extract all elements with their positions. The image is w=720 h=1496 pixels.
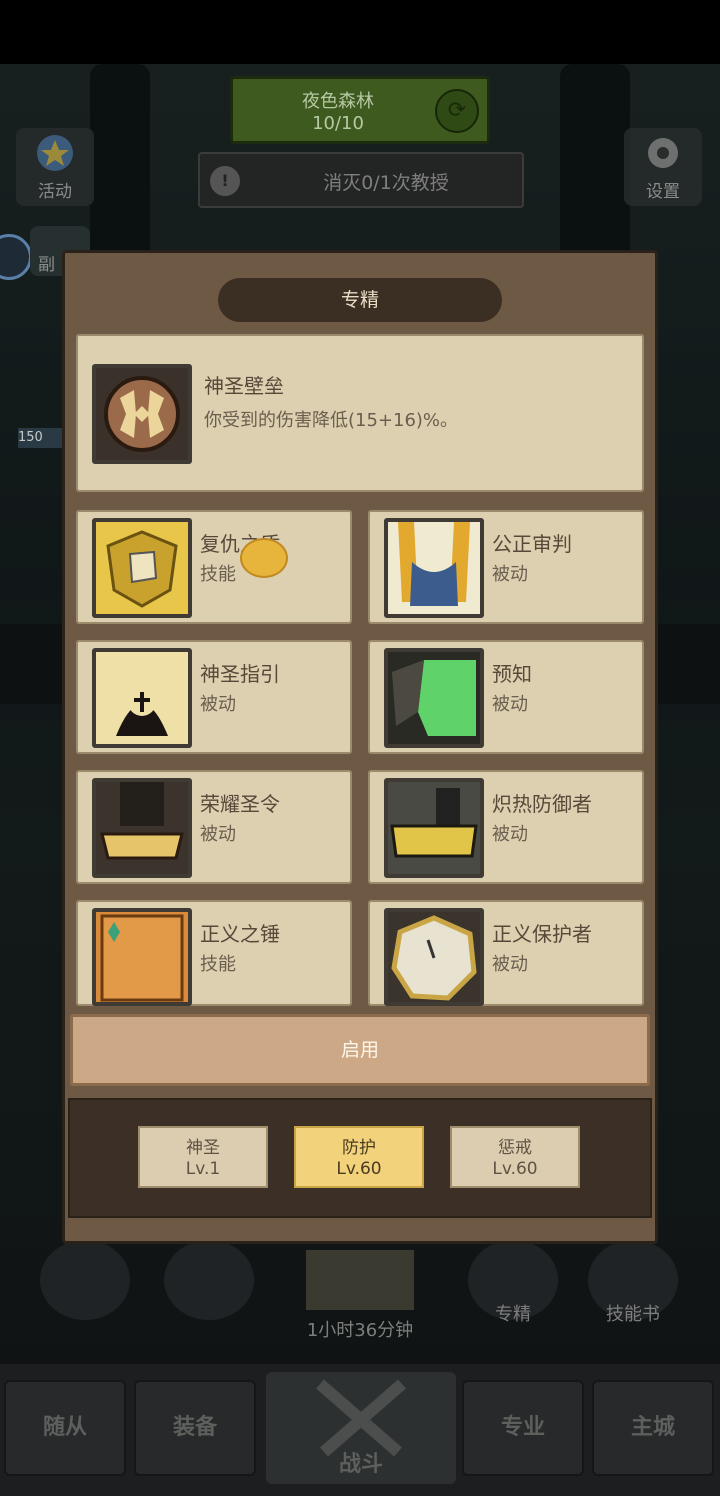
spec-level: Lv.60 <box>336 1159 382 1179</box>
talent-type: 技能 <box>200 954 236 975</box>
nav-profession[interactable]: 专业 <box>462 1380 584 1476</box>
talent-type: 被动 <box>492 564 528 585</box>
bread-icon <box>164 1240 254 1320</box>
dungeon-label: 副 <box>38 255 55 275</box>
star-icon <box>37 135 73 171</box>
holy-guidance-icon <box>92 648 192 748</box>
activity-button[interactable]: 活动 <box>16 128 94 206</box>
spec-name: 惩戒 <box>498 1138 532 1158</box>
talent-type: 被动 <box>492 824 528 845</box>
talent-card[interactable]: 复仇之盾 技能 <box>76 510 352 624</box>
talent-type: 被动 <box>200 824 236 845</box>
skillbook-label: 技能书 <box>606 1304 660 1325</box>
alert-icon: ! <box>210 166 240 196</box>
talent-name: 公正审判 <box>492 532 572 556</box>
spec-holy-tab[interactable]: 神圣 Lv.1 <box>138 1126 268 1188</box>
zone-panel[interactable]: 夜色森林 10/10 ⟳ <box>230 76 490 144</box>
judgement-helmet-icon <box>384 518 484 618</box>
righteous-protector-icon <box>384 908 484 1006</box>
talent-type: 被动 <box>200 694 236 715</box>
talent-name: 预知 <box>492 662 532 686</box>
left-count: 150 <box>18 428 62 448</box>
talent-type: 被动 <box>492 954 528 975</box>
selected-talent-name: 神圣壁垒 <box>204 374 284 398</box>
modal-title: 专精 <box>218 278 502 322</box>
potion-icon <box>40 1240 130 1320</box>
talent-name: 正义保护者 <box>492 922 592 946</box>
hammer-of-justice-icon <box>92 908 192 1006</box>
spec-protection-tab[interactable]: 防护 Lv.60 <box>294 1126 424 1188</box>
avenger-shield-icon <box>92 518 192 618</box>
talent-card[interactable]: 正义保护者 被动 <box>368 900 644 1006</box>
talent-name: 荣耀圣令 <box>200 792 280 816</box>
zone-progress: 10/10 <box>312 113 364 134</box>
talent-card[interactable]: 荣耀圣令 被动 <box>76 770 352 884</box>
apply-button[interactable]: 启用 <box>70 1014 650 1086</box>
nav-battle[interactable]: 战斗 <box>266 1372 456 1484</box>
activity-label: 活动 <box>38 182 72 202</box>
talent-type: 技能 <box>200 564 236 585</box>
nav-equipment[interactable]: 装备 <box>134 1380 256 1476</box>
spec-level: Lv.1 <box>185 1159 221 1179</box>
talent-card[interactable]: 炽热防御者 被动 <box>368 770 644 884</box>
spec-retribution-tab[interactable]: 惩戒 Lv.60 <box>450 1126 580 1188</box>
spec-shortcut-label: 专精 <box>495 1304 531 1325</box>
refresh-icon[interactable]: ⟳ <box>435 89 479 133</box>
settings-button[interactable]: 设置 <box>624 128 702 206</box>
nav-main-city[interactable]: 主城 <box>592 1380 714 1476</box>
talent-card[interactable]: 公正审判 被动 <box>368 510 644 624</box>
gear-icon <box>648 138 678 168</box>
talent-name: 神圣指引 <box>200 662 280 686</box>
spec-name: 神圣 <box>186 1138 220 1158</box>
spec-level: Lv.60 <box>492 1159 538 1179</box>
selected-talent-desc: 你受到的伤害降低(15+16)%。 <box>204 410 459 431</box>
selected-talent-card: 神圣壁垒 你受到的伤害降低(15+16)%。 <box>76 334 644 492</box>
glory-crown-icon <box>92 778 192 878</box>
talent-card[interactable]: 预知 被动 <box>368 640 644 754</box>
settings-label: 设置 <box>646 182 680 202</box>
nav-followers[interactable]: 随从 <box>4 1380 126 1476</box>
talent-name: 正义之锤 <box>200 922 280 946</box>
foresight-mask-icon <box>384 648 484 748</box>
talent-type: 被动 <box>492 694 528 715</box>
coin-icon <box>240 538 288 578</box>
timer-label: 1小时36分钟 <box>306 1320 414 1341</box>
quest-bar[interactable]: ! 消灭0/1次教授 <box>198 152 524 208</box>
talent-name: 炽热防御者 <box>492 792 592 816</box>
holy-shield-bulwark-icon <box>92 364 192 464</box>
chest-icon <box>306 1250 414 1310</box>
ardent-defender-icon <box>384 778 484 878</box>
talent-card[interactable]: 神圣指引 被动 <box>76 640 352 754</box>
nav-battle-label: 战斗 <box>338 1452 383 1477</box>
quest-text: 消灭0/1次教授 <box>323 172 449 194</box>
spec-name: 防护 <box>342 1138 376 1158</box>
zone-name: 夜色森林 <box>302 91 374 112</box>
talent-card[interactable]: 正义之锤 技能 <box>76 900 352 1006</box>
